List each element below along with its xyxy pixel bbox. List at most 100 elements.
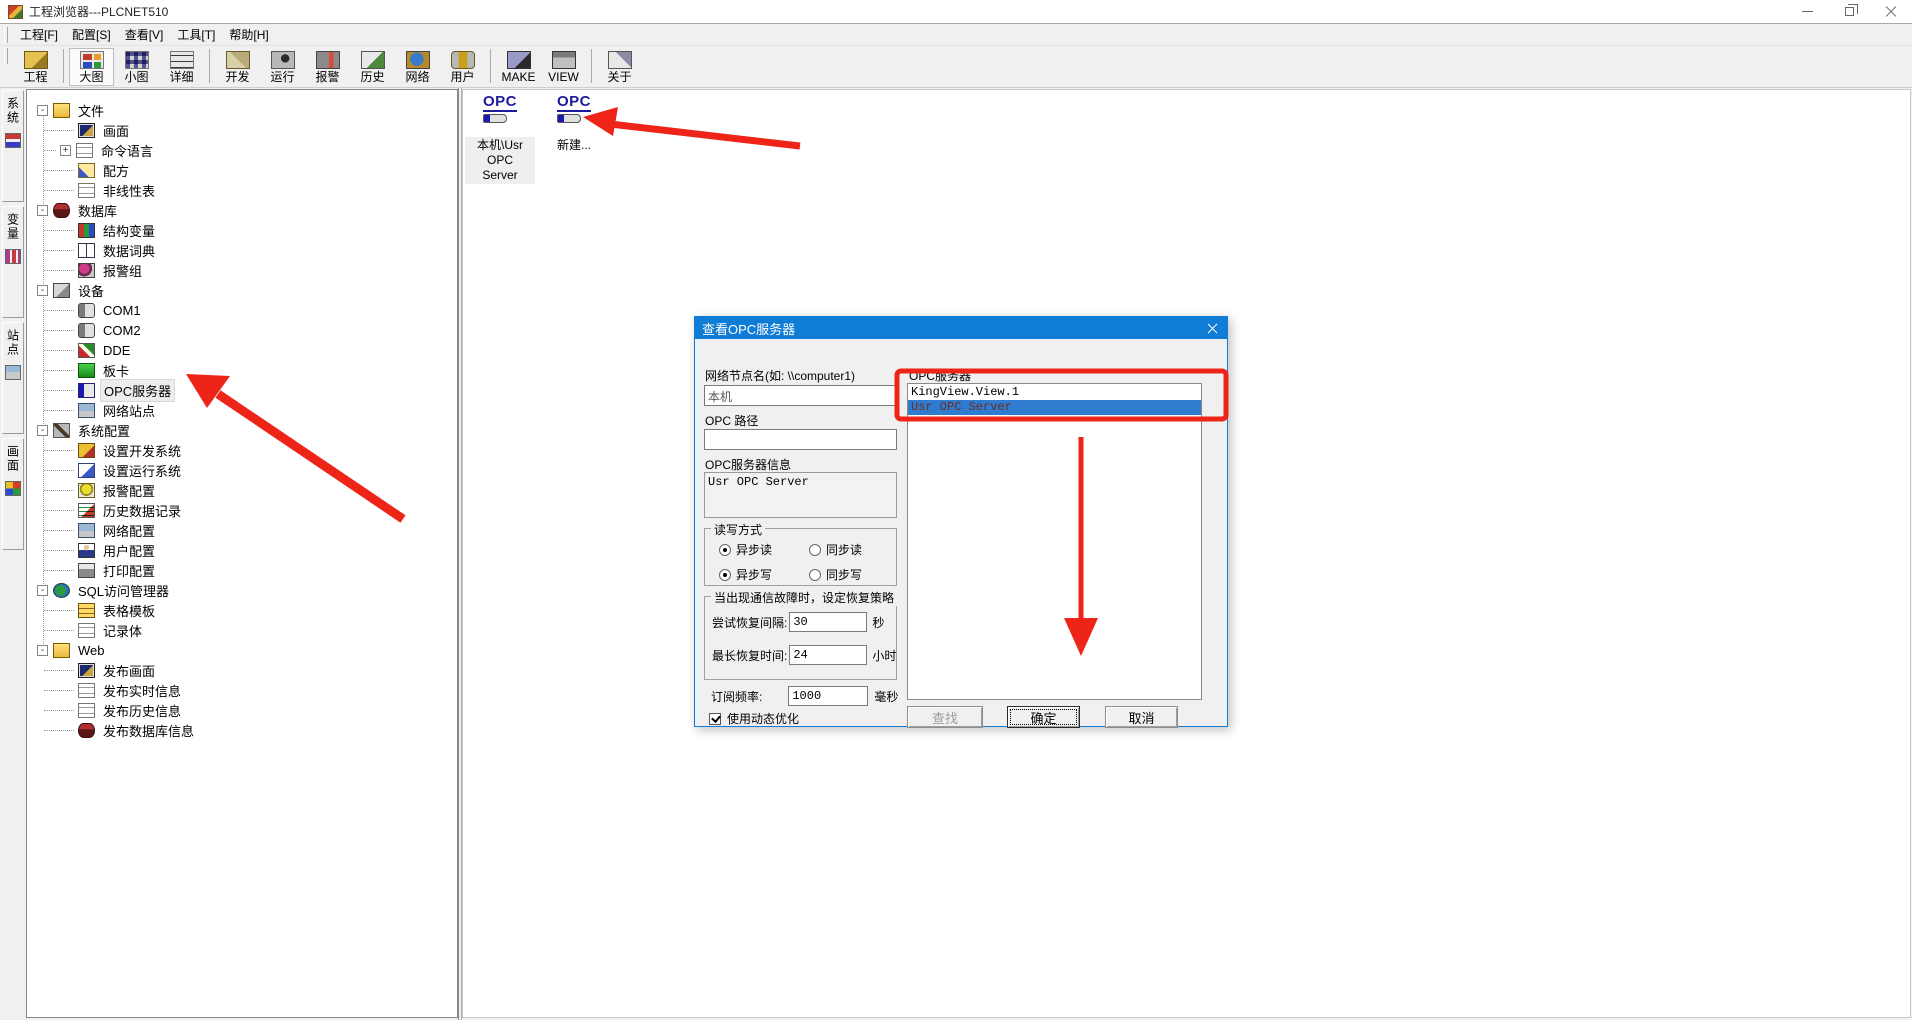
tree-item-recipe[interactable]: 配方: [27, 160, 457, 180]
recovery-field-max-recovery: 最长恢复时间:24小时: [712, 645, 892, 665]
tree-item-dev-system[interactable]: 设置开发系统: [27, 440, 457, 460]
toolbar-button-user[interactable]: 用户: [440, 48, 485, 86]
tree-item-publish-realtime[interactable]: 发布实时信息: [27, 680, 457, 700]
database-icon: [53, 203, 70, 218]
close-icon: [1207, 323, 1218, 334]
toolbar-button-details[interactable]: 详细: [159, 48, 204, 86]
collapse-icon[interactable]: -: [37, 285, 48, 296]
tree-item-history-record[interactable]: 历史数据记录: [27, 500, 457, 520]
tree-item-file[interactable]: -文件: [27, 100, 457, 120]
radio-sync-write[interactable]: 同步写: [809, 566, 899, 583]
max-recovery-input[interactable]: 24: [789, 645, 867, 665]
find-button[interactable]: 查找: [907, 706, 983, 728]
system-tab-icon: [5, 133, 21, 148]
tree-item-screen[interactable]: 画面: [27, 120, 457, 140]
server-list-item[interactable]: KingView.View.1: [908, 385, 1201, 400]
collapse-icon[interactable]: -: [37, 105, 48, 116]
tree-item-run-system[interactable]: 设置运行系统: [27, 460, 457, 480]
small-icons-icon: [125, 51, 149, 69]
dialog-close-button[interactable]: [1197, 317, 1227, 339]
tree-item-publish-database[interactable]: 发布数据库信息: [27, 720, 457, 740]
menu-item-tools[interactable]: 工具[T]: [170, 23, 222, 46]
side-tab-station[interactable]: 站点: [2, 322, 24, 434]
menu-item-project[interactable]: 工程[F]: [13, 23, 65, 46]
menu-item-config[interactable]: 配置[S]: [65, 23, 118, 46]
tree-item-publish-history[interactable]: 发布历史信息: [27, 700, 457, 720]
tree-item-publish-screen[interactable]: 发布画面: [27, 660, 457, 680]
menu-item-help[interactable]: 帮助[H]: [222, 23, 275, 46]
close-button[interactable]: [1870, 0, 1912, 23]
tree-item-network-station[interactable]: 网络站点: [27, 400, 457, 420]
tree-item-network-config[interactable]: 网络配置: [27, 520, 457, 540]
tree-item-alarm-config[interactable]: 报警配置: [27, 480, 457, 500]
collapse-icon[interactable]: -: [37, 425, 48, 436]
tree-item-device[interactable]: -设备: [27, 280, 457, 300]
collapse-icon[interactable]: -: [37, 645, 48, 656]
toolbar-button-large-icons[interactable]: 大图: [69, 48, 114, 86]
tree-item-nonlinear-table[interactable]: 非线性表: [27, 180, 457, 200]
radio-icon: [809, 544, 821, 556]
minimize-button[interactable]: [1786, 0, 1828, 23]
project-icon: [24, 51, 48, 69]
toolbar-button-project[interactable]: 工程: [13, 48, 58, 86]
window-titlebar: 工程浏览器---PLCNET510: [0, 0, 1912, 24]
subscribe-input[interactable]: 1000: [788, 686, 868, 706]
variable-tab-icon: [5, 249, 21, 264]
optimize-checkbox[interactable]: [709, 713, 721, 725]
tree-item-database[interactable]: - 数据库: [27, 200, 457, 220]
tree-item-command-language[interactable]: +命令语言: [27, 140, 457, 160]
toolbar-button-history[interactable]: 历史: [350, 48, 395, 86]
tree-item-alarm-group[interactable]: 报警组: [27, 260, 457, 280]
tree-item-sql-manager[interactable]: -SQL访问管理器: [27, 580, 457, 600]
tree-item-label: 数据库: [75, 200, 120, 221]
tree-item-table-template[interactable]: 表格模板: [27, 600, 457, 620]
opc-item-host[interactable]: OPC本机\UsrOPC Server: [465, 94, 535, 184]
menu-item-view[interactable]: 查看[V]: [118, 23, 171, 46]
collapse-icon[interactable]: -: [37, 585, 48, 596]
toolbar-button-develop[interactable]: 开发: [215, 48, 260, 86]
window-title: 工程浏览器---PLCNET510: [29, 3, 168, 20]
toolbar-button-run[interactable]: 运行: [260, 48, 305, 86]
radio-sync-read[interactable]: 同步读: [809, 541, 899, 558]
tree-item-user-config[interactable]: 用户配置: [27, 540, 457, 560]
toolbar-separator: [490, 49, 491, 83]
collapse-icon[interactable]: -: [37, 205, 48, 216]
tree-item-system-config[interactable]: -系统配置: [27, 420, 457, 440]
tree-item-label: 结构变量: [100, 220, 158, 241]
tree-item-dde[interactable]: DDE: [27, 340, 457, 360]
opc-item-new[interactable]: OPC新建...: [539, 94, 609, 154]
restore-button[interactable]: [1828, 0, 1870, 23]
node-name-input[interactable]: 本机: [704, 385, 897, 406]
opc-path-input[interactable]: [704, 429, 897, 450]
toolbar-button-network[interactable]: 网络: [395, 48, 440, 86]
toolbar-button-view[interactable]: VIEW: [541, 48, 586, 86]
tree-item-label: 发布数据库信息: [100, 720, 197, 741]
cancel-button[interactable]: 取消: [1105, 706, 1178, 728]
side-tab-system[interactable]: 系统: [2, 90, 24, 202]
expand-icon[interactable]: +: [60, 145, 71, 156]
toolbar-button-about[interactable]: 关于: [597, 48, 642, 86]
toolbar-button-small-icons[interactable]: 小图: [114, 48, 159, 86]
project-tree: -文件画面+命令语言配方非线性表 - 数据库结构变量数据词典报警组-设备COM1CO…: [27, 100, 457, 740]
optimize-row[interactable]: 使用动态优化: [709, 710, 799, 727]
tree-item-com1[interactable]: COM1: [27, 300, 457, 320]
toolbar-button-make[interactable]: MAKE: [496, 48, 541, 86]
tree-item-print-config[interactable]: 打印配置: [27, 560, 457, 580]
side-tab-screen[interactable]: 画面: [2, 438, 24, 550]
toolbar-button-alarm[interactable]: 报警: [305, 48, 350, 86]
opc-item-label: 新建...: [554, 137, 594, 154]
tree-item-data-dictionary[interactable]: 数据词典: [27, 240, 457, 260]
tree-item-opc-server[interactable]: OPC服务器: [27, 380, 457, 400]
server-list-item[interactable]: Usr OPC Server: [908, 400, 1201, 415]
tree-item-struct-var[interactable]: 结构变量: [27, 220, 457, 240]
radio-async-write[interactable]: 异步写: [719, 566, 809, 583]
retry-interval-input[interactable]: 30: [789, 612, 867, 632]
opc-server-listbox[interactable]: KingView.View.1Usr OPC Server: [907, 383, 1202, 700]
tree-item-com2[interactable]: COM2: [27, 320, 457, 340]
tree-item-web[interactable]: -Web: [27, 640, 457, 660]
tree-item-record-body[interactable]: 记录体: [27, 620, 457, 640]
ok-button[interactable]: 确定: [1007, 706, 1080, 728]
radio-async-read[interactable]: 异步读: [719, 541, 809, 558]
tree-item-board-card[interactable]: 板卡: [27, 360, 457, 380]
side-tab-variable[interactable]: 变量: [2, 206, 24, 318]
